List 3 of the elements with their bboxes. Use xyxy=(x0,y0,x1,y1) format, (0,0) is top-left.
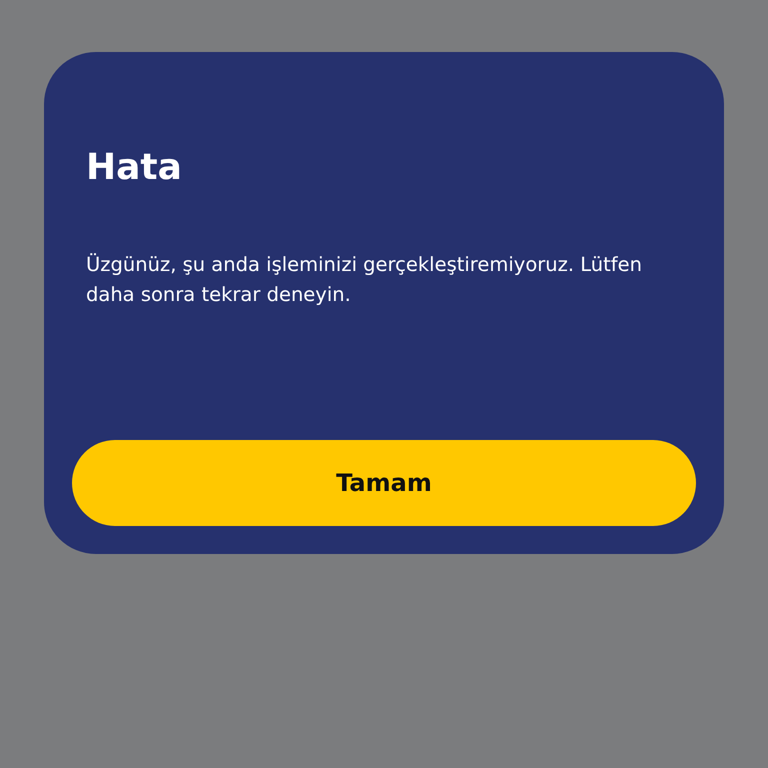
dialog-title: Hata xyxy=(86,146,183,190)
ok-button[interactable]: Tamam xyxy=(72,440,696,526)
error-message: Üzgünüz, şu anda işleminizi gerçekleştiremiyoruz. Lütfen daha sonra tekrar deneyin. xyxy=(86,252,644,308)
